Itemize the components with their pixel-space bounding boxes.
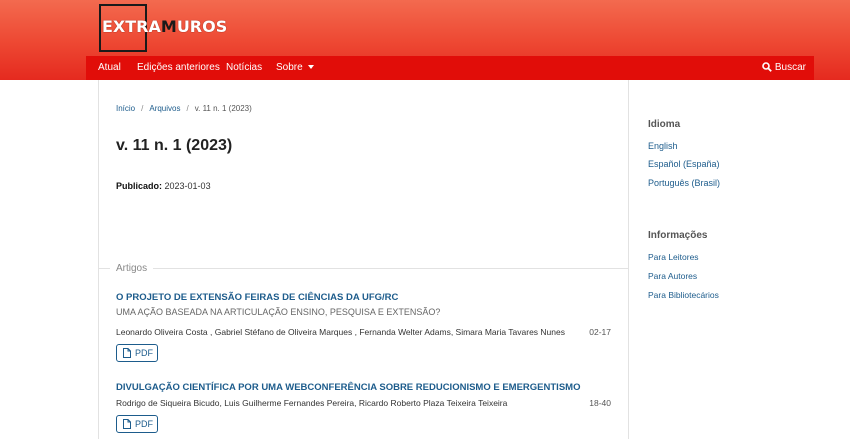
nav-item-sobre-label: Sobre: [276, 62, 303, 73]
breadcrumb-current: v. 11 n. 1 (2023): [194, 104, 252, 113]
info-readers-link[interactable]: Para Leitores: [648, 252, 699, 262]
breadcrumb: Início / Arquivos / v. 11 n. 1 (2023): [116, 104, 252, 113]
nav-item-edicoes-anteriores[interactable]: Edições anteriores: [137, 57, 220, 79]
article-authors: Leonardo Oliveira Costa , Gabriel Stéfan…: [116, 327, 565, 337]
article-pages: 18-40: [589, 398, 611, 408]
language-portugues-link[interactable]: Português (Brasil): [648, 178, 720, 188]
pdf-label: PDF: [135, 419, 153, 429]
page-title: v. 11 n. 1 (2023): [116, 137, 233, 154]
breadcrumb-archive-link[interactable]: Arquivos: [149, 104, 180, 113]
article-subtitle: UMA AÇÃO BASEADA NA ARTICULAÇÃO ENSINO, …: [116, 307, 441, 317]
chevron-down-icon: [307, 65, 314, 70]
article-title-link[interactable]: DIVULGAÇÃO CIENTÍFICA POR UMA WEBCONFERÊ…: [116, 382, 580, 393]
published-date: Publicado: 2023-01-03: [116, 181, 211, 191]
pdf-galley-button[interactable]: PDF: [116, 415, 158, 433]
breadcrumb-home-link[interactable]: Início: [116, 104, 135, 113]
article-authors: Rodrigo de Siqueira Bicudo, Luis Guilher…: [116, 398, 508, 408]
file-pdf-icon: [123, 348, 131, 358]
info-authors-link[interactable]: Para Autores: [648, 271, 697, 281]
published-label: Publicado:: [116, 181, 163, 191]
pdf-label: PDF: [135, 348, 153, 358]
section-title: Artigos: [110, 263, 154, 274]
info-heading: Informações: [648, 230, 708, 241]
nav-item-atual[interactable]: Atual: [98, 57, 121, 79]
article-title-link[interactable]: O PROJETO DE EXTENSÃO FEIRAS DE CIÊNCIAS…: [116, 292, 398, 303]
language-heading: Idioma: [648, 119, 681, 130]
language-espanol-link[interactable]: Español (España): [648, 159, 720, 169]
article-pages: 02-17: [589, 327, 611, 337]
nav-item-noticias[interactable]: Notícias: [226, 57, 262, 79]
published-value: 2023-01-03: [164, 181, 211, 191]
site-logo[interactable]: EXTRAMUROS: [102, 17, 227, 36]
search-button-label: Buscar: [774, 62, 806, 73]
file-pdf-icon: [123, 419, 131, 429]
section-divider: [98, 268, 629, 269]
pdf-galley-button[interactable]: PDF: [116, 344, 158, 362]
language-english-link[interactable]: English: [648, 141, 678, 151]
info-librarians-link[interactable]: Para Bibliotecários: [648, 290, 719, 300]
search-button[interactable]: Buscar: [762, 57, 806, 79]
nav-item-sobre[interactable]: Sobre: [276, 57, 314, 79]
breadcrumb-separator: /: [141, 104, 144, 113]
breadcrumb-separator: /: [186, 104, 189, 113]
main-navbar: [0, 56, 850, 80]
search-icon: [762, 62, 772, 72]
